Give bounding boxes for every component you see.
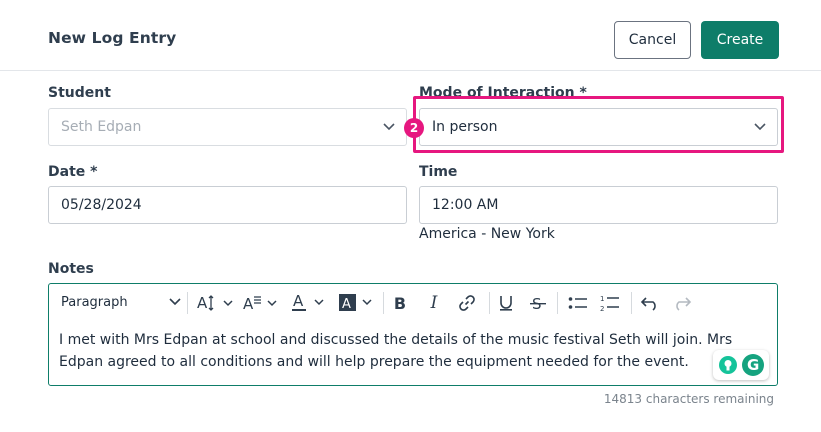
line-height-icon[interactable]: A <box>243 292 281 314</box>
svg-text:A: A <box>243 295 254 313</box>
svg-text:G: G <box>747 356 759 374</box>
font-size-icon[interactable]: A <box>197 292 235 314</box>
redo-icon[interactable] <box>671 292 693 314</box>
date-label: Date * <box>48 164 98 180</box>
time-label: Time <box>419 164 458 180</box>
cancel-button[interactable]: Cancel <box>614 21 691 59</box>
grammarly-widget[interactable]: G <box>713 350 769 380</box>
svg-text:2: 2 <box>600 305 604 312</box>
numbered-list-icon[interactable]: 12 <box>599 292 621 314</box>
svg-text:A: A <box>342 297 351 312</box>
link-icon[interactable] <box>455 292 479 314</box>
dialog-header: New Log Entry Cancel Create <box>0 0 821 71</box>
highlight-color-icon[interactable]: A <box>339 292 377 314</box>
underline-icon[interactable] <box>495 292 517 314</box>
date-value: 05/28/2024 <box>61 197 142 213</box>
annotation-badge: 2 <box>404 118 424 138</box>
time-value: 12:00 AM <box>432 197 499 213</box>
notes-label: Notes <box>48 261 94 277</box>
paragraph-style-select[interactable]: Paragraph <box>61 295 128 310</box>
strikethrough-icon[interactable]: S <box>527 292 549 314</box>
font-color-icon[interactable]: A <box>291 292 329 314</box>
student-value: Seth Edpan <box>61 119 142 135</box>
student-select: Seth Edpan <box>48 108 407 146</box>
editor-toolbar: Paragraph A A A A B I S 1 2 <box>49 284 777 322</box>
svg-text:A: A <box>197 294 208 312</box>
mode-value: In person <box>432 119 498 135</box>
student-label: Student <box>48 85 111 101</box>
notes-text[interactable]: I met with Mrs Edpan at school and discu… <box>59 329 759 373</box>
italic-icon[interactable]: I <box>423 292 445 314</box>
date-input[interactable]: 05/28/2024 <box>48 186 407 224</box>
chevron-down-icon <box>754 123 766 131</box>
page-title: New Log Entry <box>48 29 177 47</box>
toolbar-divider <box>557 292 558 314</box>
grammarly-icon[interactable]: G <box>741 353 765 377</box>
lightbulb-icon[interactable] <box>718 355 738 375</box>
character-counter: 14813 characters remaining <box>603 392 774 406</box>
chevron-down-icon[interactable] <box>169 297 181 307</box>
create-button[interactable]: Create <box>701 21 779 59</box>
bold-icon[interactable]: B <box>389 292 411 314</box>
svg-text:1: 1 <box>600 295 604 303</box>
svg-text:A: A <box>293 292 304 310</box>
undo-icon[interactable] <box>639 292 661 314</box>
toolbar-divider <box>383 292 384 314</box>
toolbar-divider <box>489 292 490 314</box>
bullet-list-icon[interactable] <box>567 292 589 314</box>
chevron-down-icon <box>383 123 395 131</box>
mode-select[interactable]: In person <box>419 108 778 146</box>
timezone-text: America - New York <box>419 226 555 242</box>
time-input[interactable]: 12:00 AM <box>419 186 778 224</box>
toolbar-divider <box>631 292 632 314</box>
toolbar-divider <box>187 292 188 314</box>
mode-label: Mode of Interaction * <box>419 85 587 101</box>
notes-editor[interactable]: Paragraph A A A A B I S 1 2 I met with M… <box>48 283 778 386</box>
